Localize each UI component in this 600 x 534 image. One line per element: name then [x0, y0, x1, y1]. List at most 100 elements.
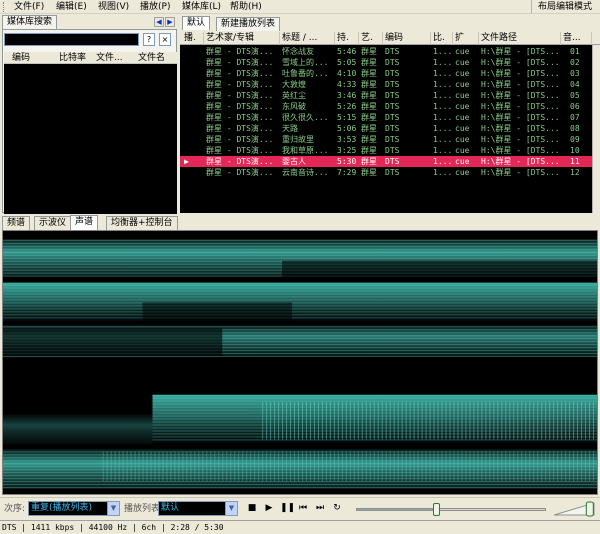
- playlist-scrollbar[interactable]: [592, 45, 600, 213]
- playlist-cell-path: H:\群星 - [DTS...: [481, 47, 560, 56]
- playlist-cell-path: H:\群星 - [DTS...: [481, 168, 560, 177]
- col-artist-album[interactable]: 艺术家/专辑: [204, 32, 280, 45]
- playlist-cell-codec: DTS: [385, 91, 400, 100]
- playlist-cell-dur: 5:05: [337, 58, 357, 67]
- playlist-cell-track: 10: [570, 146, 580, 155]
- playlist-cell-ext: cue: [455, 168, 470, 177]
- playlist-row[interactable]: 群星 - DTS演... 东风破 5:26 群星 DTS 1... cue H:\群星 - […: [180, 101, 592, 112]
- playlist-cell-br: 1...: [433, 102, 453, 111]
- playlist-select-value: 默认: [161, 503, 180, 513]
- playlist-cell-dur: 5:46: [337, 47, 357, 56]
- playlist-cell-br: 1...: [433, 91, 453, 100]
- playlist-cell-br: 1...: [433, 146, 453, 155]
- playlist-cell-dur: 4:10: [337, 69, 357, 78]
- playlist-cell-ext: cue: [455, 124, 470, 133]
- tab-equalizer-console[interactable]: 均衡器+控制台: [106, 216, 178, 230]
- col-duration[interactable]: 持.: [335, 32, 359, 45]
- stop-button[interactable]: ■: [246, 502, 258, 515]
- seek-bar[interactable]: [356, 503, 546, 516]
- volume-handle[interactable]: [585, 501, 594, 517]
- playlist-cell-codec: DTS: [385, 157, 400, 166]
- playlist-row[interactable]: ▶ 群星 - DTS演... 婴古人 5:30 群星 DTS 1... cue H:\群星 - …: [180, 156, 592, 167]
- col-bitrate[interactable]: 比特率: [59, 53, 86, 63]
- tab-playlist-new[interactable]: 新建播放列表: [216, 17, 281, 31]
- playlist-cell-artist: 群星 - DTS演...: [206, 168, 274, 177]
- visualization-tabs: 频谱 示波仪 声谱 均衡器+控制台: [0, 215, 600, 230]
- playlist-row[interactable]: 群星 - DTS演... 雪域上的... 5:05 群星 DTS 1... cue H:\群星…: [180, 57, 592, 68]
- tab-next-icon[interactable]: ▶: [165, 17, 175, 27]
- playlist-row[interactable]: 群星 - DTS演... 我和草原... 3:25 群星 DTS 1... cue H:\群星…: [180, 145, 592, 156]
- playlist-cell-br: 1...: [433, 124, 453, 133]
- playlist-row[interactable]: 群星 - DTS演... 天路 5:06 群星 DTS 1... cue H:\群星 - [D…: [180, 123, 592, 134]
- tab-spectrogram[interactable]: 声谱: [70, 215, 99, 230]
- playlist-cell-dur: 5:30: [337, 157, 357, 166]
- previous-button[interactable]: ⏮: [297, 502, 309, 515]
- volume-slider[interactable]: [554, 501, 596, 517]
- playlist-cell-codec: DTS: [385, 47, 400, 56]
- playlist-row[interactable]: 群星 - DTS演... 重归故里 3:53 群星 DTS 1... cue H:\群星 - …: [180, 134, 592, 145]
- playlist-cell-title: 婴古人: [282, 157, 306, 166]
- layout-edit-mode-button[interactable]: 布局编辑模式: [530, 0, 598, 14]
- library-search-input[interactable]: [4, 33, 139, 46]
- playlist-track-list[interactable]: 群星 - DTS演... 怀念战友 5:46 群星 DTS 1... cue H:\群星 - …: [180, 45, 592, 213]
- playlist-cell-title: 英红尘: [282, 91, 306, 100]
- playlist-cell-title: 我和草原...: [282, 146, 329, 155]
- playlist-cell-track: 09: [570, 135, 580, 144]
- random-button[interactable]: ↻: [331, 502, 343, 515]
- playlist-cell-ext: cue: [455, 135, 470, 144]
- next-button[interactable]: ⏭: [314, 502, 326, 515]
- play-button[interactable]: ▶: [263, 502, 275, 515]
- menu-playback[interactable]: 播放(P): [140, 2, 170, 12]
- playlist-row[interactable]: 群星 - DTS演... 英红尘 3:46 群星 DTS 1... cue H:\群星 - […: [180, 90, 592, 101]
- library-results-list[interactable]: [4, 64, 177, 214]
- col-track-number[interactable]: 音...: [561, 32, 592, 45]
- menu-file[interactable]: 文件(F): [14, 2, 44, 12]
- col-codec[interactable]: 编码: [383, 32, 431, 45]
- playlist-cell-ext: cue: [455, 157, 470, 166]
- playback-order-select[interactable]: 重复(播放列表) ▼: [28, 501, 120, 516]
- tab-library-search[interactable]: 媒体库搜索: [2, 15, 58, 29]
- col-filename[interactable]: 文件名: [138, 53, 165, 63]
- col-bitrate[interactable]: 比.: [431, 32, 453, 45]
- tab-prev-icon[interactable]: ◀: [154, 17, 164, 27]
- playlist-cell-br: 1...: [433, 157, 453, 166]
- playlist-row[interactable]: 群星 - DTS演... 怀念战友 5:46 群星 DTS 1... cue H:\群星 - …: [180, 46, 592, 57]
- menu-edit[interactable]: 编辑(E): [56, 2, 87, 12]
- playlist-panel: 默认 新建播放列表 播. 艺术家/专辑 标题 / ... 持. 艺. 编码 比.…: [180, 15, 600, 213]
- tab-oscilloscope[interactable]: 示波仪: [34, 216, 72, 230]
- col-playing[interactable]: 播.: [182, 32, 204, 45]
- seek-handle[interactable]: [433, 503, 441, 516]
- chevron-down-icon[interactable]: ▼: [225, 502, 237, 515]
- playlist-cell-br: 1...: [433, 80, 453, 89]
- playlist-row[interactable]: 群星 - DTS演... 很久很久... 5:15 群星 DTS 1... cue H:\群星…: [180, 112, 592, 123]
- playlist-row[interactable]: 群星 - DTS演... 大敦煌 4:33 群星 DTS 1... cue H:\群星 - […: [180, 79, 592, 90]
- playlist-select[interactable]: 默认 ▼: [158, 501, 238, 516]
- menu-view[interactable]: 视图(V): [98, 2, 129, 12]
- search-help-button[interactable]: ?: [143, 33, 155, 46]
- tab-playlist-default[interactable]: 默认: [182, 16, 211, 30]
- col-file[interactable]: 文件...: [96, 53, 123, 63]
- col-title[interactable]: 标题 / ...: [280, 32, 335, 45]
- playlist-cell-ar: 群星: [361, 91, 377, 100]
- playlist-cell-title: 怀念战友: [282, 47, 314, 56]
- col-extension[interactable]: 扩: [453, 32, 479, 45]
- playlist-cell-ext: cue: [455, 58, 470, 67]
- playlist-cell-track: 07: [570, 113, 580, 122]
- playlist-cell-codec: DTS: [385, 80, 400, 89]
- pause-button[interactable]: ❚❚: [280, 502, 295, 515]
- toolbar-grip[interactable]: [3, 2, 6, 12]
- col-artist[interactable]: 艺.: [359, 32, 383, 45]
- tab-spectrum[interactable]: 频谱: [2, 216, 31, 230]
- chevron-down-icon[interactable]: ▼: [107, 502, 119, 515]
- menu-library[interactable]: 媒体库(L): [182, 2, 221, 12]
- playlist-row[interactable]: 群星 - DTS演... 吐鲁番的... 4:10 群星 DTS 1... cue H:\群星…: [180, 68, 592, 79]
- playlist-row[interactable]: 群星 - DTS演... 云南音诗... 7:29 群星 DTS 1... cue H:\群星…: [180, 167, 592, 178]
- playlist-cell-br: 1...: [433, 135, 453, 144]
- col-codec[interactable]: 编码: [12, 53, 30, 63]
- search-clear-button[interactable]: ×: [159, 33, 171, 46]
- spectrogram-band: [3, 325, 597, 358]
- menu-help[interactable]: 帮助(H): [230, 2, 262, 12]
- col-file-path[interactable]: 文件路径: [479, 32, 561, 45]
- playlist-column-header: 播. 艺术家/专辑 标题 / ... 持. 艺. 编码 比. 扩 文件路径 音.…: [180, 32, 600, 45]
- order-label: 次序:: [4, 504, 26, 514]
